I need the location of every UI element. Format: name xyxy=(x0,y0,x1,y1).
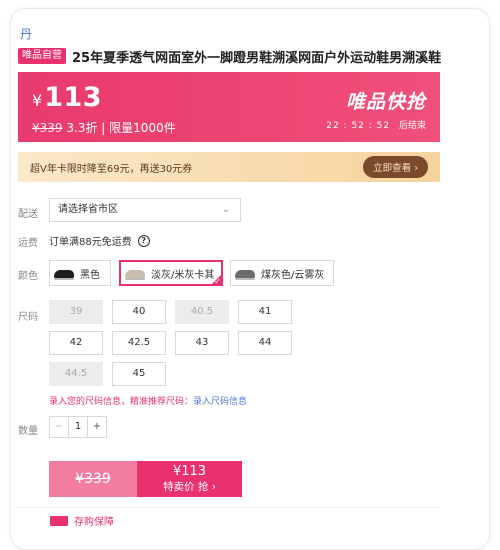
size-option-42-5[interactable]: 42.5 xyxy=(112,331,166,355)
vip-promo-bar: 超V年卡限时降至69元，再送30元券 立即查看 › xyxy=(18,152,440,182)
currency-symbol: ¥ xyxy=(32,91,43,110)
size-hint: 录入您的尺码信息，精准推荐尺码：录入尺码信息 xyxy=(49,394,247,407)
size-option-43[interactable]: 43 xyxy=(175,331,229,355)
delivery-label: 配送 xyxy=(18,209,38,220)
region-placeholder: 请选择省市区 xyxy=(58,204,118,215)
size-option-40[interactable]: 40 xyxy=(112,300,166,324)
quantity-minus-button[interactable]: − xyxy=(50,417,69,437)
buy-bar: ¥339 ¥113 特卖价 抢 › xyxy=(49,461,242,497)
buy-price: ¥113 xyxy=(172,464,207,479)
original-price-button[interactable]: ¥339 xyxy=(49,461,137,497)
quantity-value[interactable]: 1 xyxy=(69,417,87,437)
countdown-time: 22 : 52 : 52 xyxy=(326,121,391,131)
quantity-plus-button[interactable]: + xyxy=(87,417,106,437)
countdown-suffix: 后结束 xyxy=(398,121,426,131)
discount-text: 3.3折 xyxy=(66,121,98,135)
size-option-44-5[interactable]: 44.5 xyxy=(49,362,103,386)
product-title: 25年夏季透气网面室外一脚蹬男鞋溯溪网面户外运动鞋男溯溪鞋 xyxy=(72,50,442,66)
product-title-row: 唯品自营 25年夏季透气网面室外一脚蹬男鞋溯溪网面户外运动鞋男溯溪鞋 xyxy=(18,46,488,66)
color-option-light-gray[interactable]: 淡灰/米灰卡其 ✓ xyxy=(119,260,223,286)
color-option-label: 煤灰色/云雾灰 xyxy=(261,269,325,281)
shoe-thumbnail-icon xyxy=(54,266,74,280)
self-operated-badge: 唯品自营 xyxy=(18,48,66,64)
color-option-black[interactable]: 黑色 xyxy=(49,260,111,286)
original-price: ¥339 xyxy=(32,121,63,135)
quantity-stepper: − 1 + xyxy=(49,416,107,438)
guarantee-section: 存购保障 xyxy=(50,513,114,528)
size-option-45[interactable]: 45 xyxy=(112,362,166,386)
size-option-42[interactable]: 42 xyxy=(49,331,103,355)
buy-now-button[interactable]: ¥113 特卖价 抢 › xyxy=(137,461,242,497)
color-option-label: 淡灰/米灰卡其 xyxy=(151,269,215,281)
checkmark-icon: ✓ xyxy=(214,277,221,286)
flash-sale-title: 唯品快抢 xyxy=(345,91,426,113)
breadcrumb[interactable]: 丹 xyxy=(20,25,32,42)
region-select[interactable]: 请选择省市区 ⌄ xyxy=(49,198,241,222)
color-option-label: 黑色 xyxy=(80,269,100,281)
chevron-down-icon: ⌄ xyxy=(221,204,230,215)
size-option-41[interactable]: 41 xyxy=(238,300,292,324)
price-subline: ¥339 3.3折 | 限量1000件 xyxy=(32,119,176,136)
size-hint-text: 录入您的尺码信息，精准推荐尺码： xyxy=(49,397,194,407)
enter-size-link[interactable]: 录入尺码信息 xyxy=(193,397,247,407)
shipping-info: 订单满88元免运费 ? xyxy=(49,233,150,248)
quantity-label: 数量 xyxy=(18,426,38,437)
shoe-thumbnail-icon xyxy=(125,266,145,280)
size-label: 尺码 xyxy=(18,312,38,323)
price-value: 113 xyxy=(44,82,103,113)
current-price: ¥ 113 xyxy=(32,82,102,113)
size-option-44[interactable]: 44 xyxy=(238,331,292,355)
vip-promo-text: 超V年卡限时降至69元，再送30元券 xyxy=(30,163,193,175)
guarantee-icon xyxy=(50,515,68,526)
divider xyxy=(18,507,440,508)
view-now-button[interactable]: 立即查看 › xyxy=(363,156,428,178)
question-icon[interactable]: ? xyxy=(137,234,150,247)
buy-label: 特卖价 抢 › xyxy=(163,481,216,493)
color-option-coal-gray[interactable]: 煤灰色/云雾灰 xyxy=(230,260,334,286)
size-option-40-5[interactable]: 40.5 xyxy=(175,300,229,324)
shipping-text: 订单满88元免运费 xyxy=(49,237,132,248)
guarantee-text: 存购保障 xyxy=(74,517,114,528)
size-option-39[interactable]: 39 xyxy=(49,300,103,324)
countdown: 22 : 52 : 52 后结束 xyxy=(326,118,426,131)
shipping-label: 运费 xyxy=(18,238,38,249)
separator: | xyxy=(101,121,106,135)
price-banner: ¥ 113 ¥339 3.3折 | 限量1000件 唯品快抢 22 : 52 :… xyxy=(18,72,440,142)
shoe-thumbnail-icon xyxy=(235,266,255,280)
limit-text: 限量1000件 xyxy=(109,121,176,135)
color-label: 颜色 xyxy=(18,271,38,282)
